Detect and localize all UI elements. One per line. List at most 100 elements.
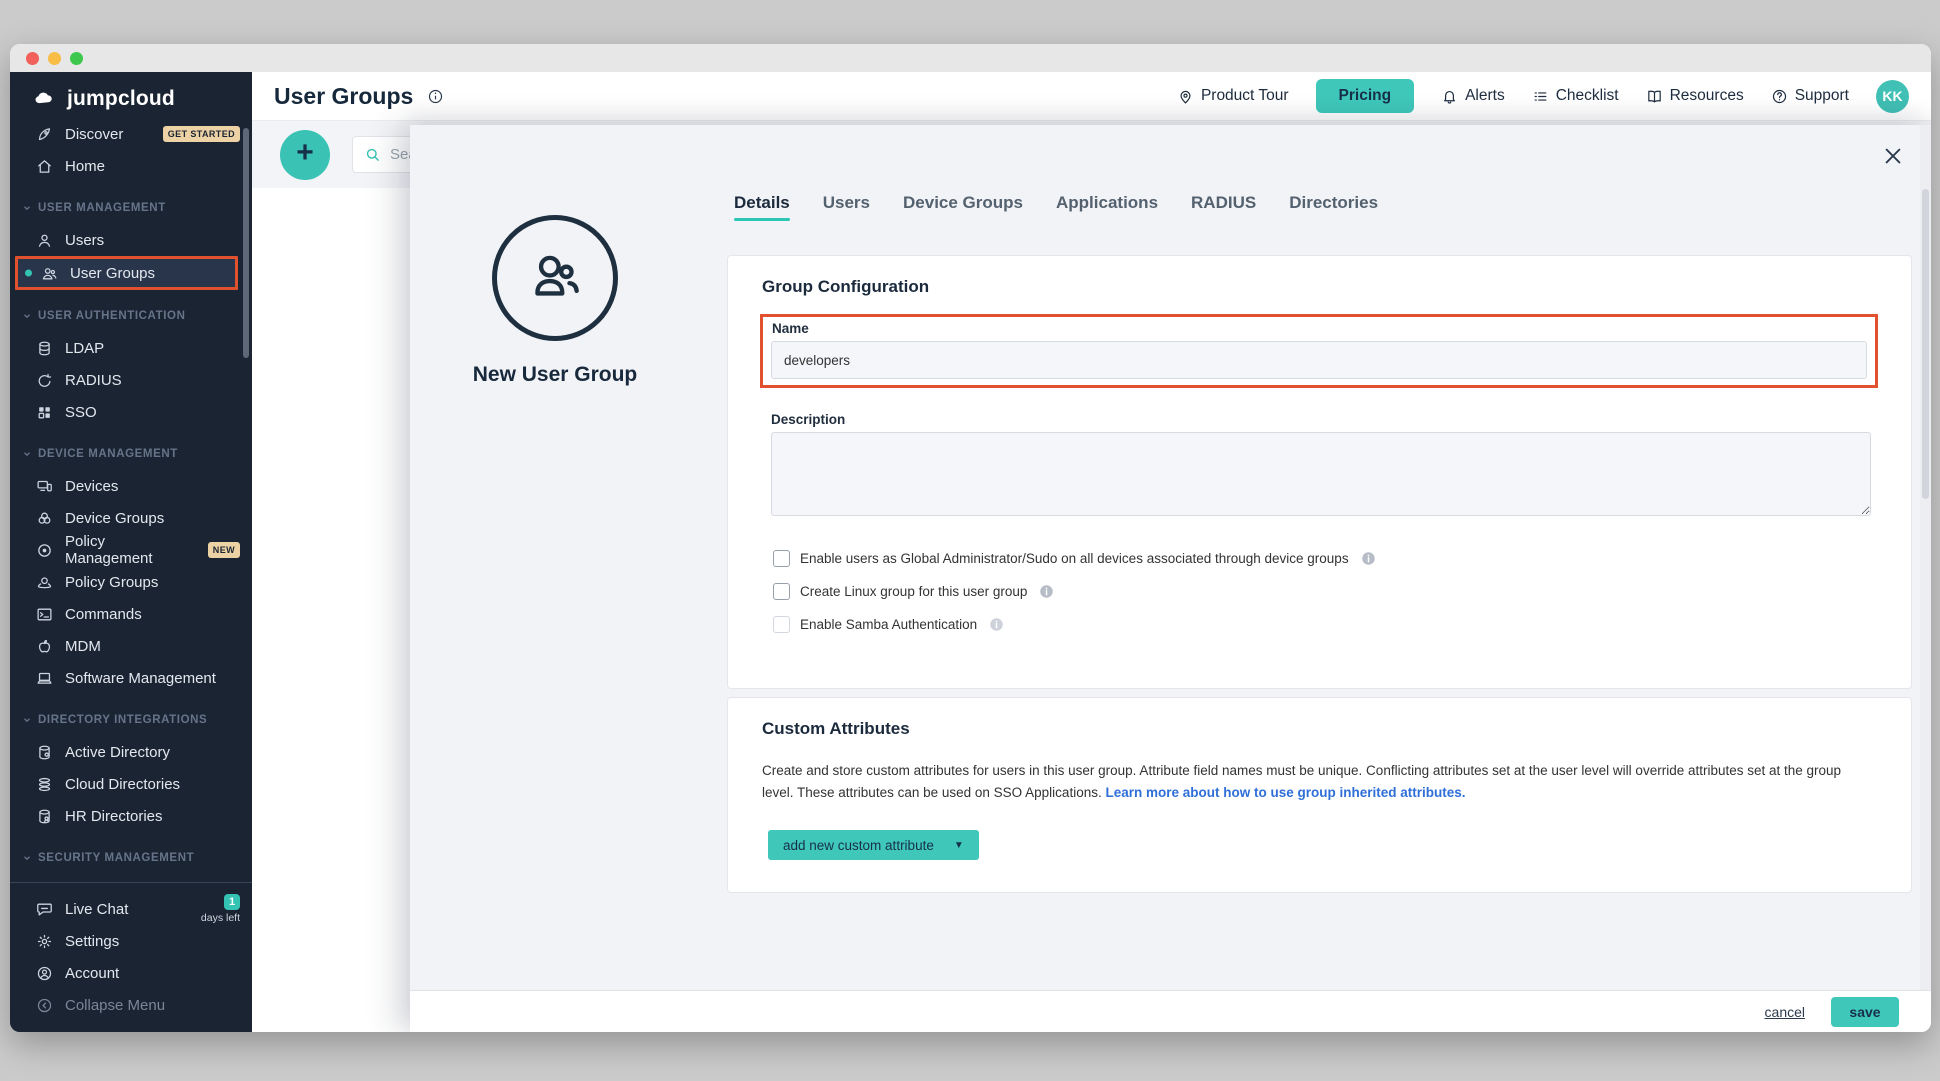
resources-button[interactable]: Resources (1646, 87, 1744, 105)
sidebar-item-label: User Groups (70, 265, 155, 282)
section-title: DIRECTORY INTEGRATIONS (38, 714, 207, 726)
tab-device-groups[interactable]: Device Groups (903, 193, 1023, 221)
sidebar-item-radius[interactable]: RADIUS (10, 364, 252, 396)
sidebar-item-sso[interactable]: SSO (10, 396, 252, 428)
samba-auth-checkbox[interactable] (773, 616, 790, 633)
save-button[interactable]: save (1831, 997, 1899, 1027)
sidebar-item-home[interactable]: Home (10, 150, 252, 182)
new-badge: NEW (208, 542, 240, 558)
sidebar-item-discover[interactable]: Discover GET STARTED (10, 118, 252, 150)
sidebar-item-account[interactable]: Account (10, 957, 252, 989)
add-user-group-button[interactable]: + (280, 130, 330, 180)
sidebar-item-user-groups[interactable]: User Groups (15, 256, 238, 290)
sidebar-item-hr-directories[interactable]: HR Directories (10, 800, 252, 832)
section-title: USER MANAGEMENT (38, 202, 166, 214)
panel-scrollbar[interactable] (1920, 125, 1931, 990)
product-tour-button[interactable]: Product Tour (1177, 87, 1289, 105)
sidebar-item-cloud-directories[interactable]: Cloud Directories (10, 768, 252, 800)
add-custom-attribute-button[interactable]: add new custom attribute ▼ (768, 830, 979, 860)
tab-directories[interactable]: Directories (1289, 193, 1378, 221)
new-user-group-panel: New User Group Details Users Device Grou… (410, 125, 1931, 1032)
search-icon (364, 146, 381, 163)
sidebar-section-directory-integrations[interactable]: DIRECTORY INTEGRATIONS (10, 710, 252, 730)
sidebar-scroll-area: jumpcloud Discover GET STARTED Home USER… (10, 72, 252, 882)
name-field-annotation: Name (760, 314, 1878, 388)
sidebar-item-label: Software Management (65, 670, 216, 687)
database-icon (36, 340, 53, 357)
group-configuration-card: Group Configuration Name Description Ena… (727, 255, 1912, 689)
add-custom-attribute-label: add new custom attribute (783, 838, 934, 853)
cancel-button[interactable]: cancel (1765, 1004, 1805, 1020)
sidebar-item-live-chat[interactable]: Live Chat 1 days left (10, 893, 252, 925)
tab-users[interactable]: Users (823, 193, 870, 221)
sidebar-item-settings[interactable]: Settings (10, 925, 252, 957)
samba-auth-checkbox-row: Enable Samba Authentication (773, 616, 1376, 633)
group-configuration-heading: Group Configuration (762, 277, 929, 297)
collapse-arrow-icon (36, 997, 53, 1014)
pricing-button[interactable]: Pricing (1316, 79, 1415, 113)
terminal-icon (36, 606, 53, 623)
sidebar-section-device-management[interactable]: DEVICE MANAGEMENT (10, 444, 252, 464)
sidebar-item-active-directory[interactable]: Active Directory (10, 736, 252, 768)
user-icon (36, 232, 53, 249)
learn-more-link[interactable]: Learn more about how to use group inheri… (1105, 785, 1465, 800)
sidebar-item-label: LDAP (65, 340, 104, 357)
user-avatar[interactable]: KK (1876, 80, 1909, 113)
description-textarea[interactable] (771, 432, 1871, 516)
sso-grid-icon (36, 404, 53, 421)
minimize-window-button[interactable] (48, 52, 61, 65)
group-name-input[interactable] (771, 341, 1867, 379)
close-window-button[interactable] (26, 52, 39, 65)
custom-attributes-description: Create and store custom attributes for u… (762, 760, 1850, 803)
product-tour-icon (1177, 88, 1194, 105)
sidebar-item-device-groups[interactable]: Device Groups (10, 502, 252, 534)
sidebar-section-security-management[interactable]: SECURITY MANAGEMENT (10, 848, 252, 868)
section-title: DEVICE MANAGEMENT (38, 448, 178, 460)
caret-down-icon: ▼ (954, 840, 964, 851)
custom-attributes-card: Custom Attributes Create and store custo… (727, 697, 1912, 893)
sidebar-item-users[interactable]: Users (10, 224, 252, 256)
sidebar-item-label: Settings (65, 933, 119, 950)
radius-icon (36, 372, 53, 389)
sidebar-item-commands[interactable]: Commands (10, 598, 252, 630)
panel-tabs: Details Users Device Groups Applications… (734, 193, 1378, 221)
tab-radius[interactable]: RADIUS (1191, 193, 1256, 221)
linux-group-checkbox[interactable] (773, 583, 790, 600)
sidebar-item-ldap[interactable]: LDAP (10, 332, 252, 364)
global-admin-checkbox-row: Enable users as Global Administrator/Sud… (773, 550, 1376, 567)
tab-applications[interactable]: Applications (1056, 193, 1158, 221)
info-icon[interactable] (989, 617, 1004, 632)
app-window: jumpcloud Discover GET STARTED Home USER… (10, 44, 1931, 1032)
info-icon[interactable] (1039, 584, 1054, 599)
sidebar-item-label: Device Groups (65, 510, 164, 527)
sidebar-item-policy-groups[interactable]: Policy Groups (10, 566, 252, 598)
checklist-button[interactable]: Checklist (1532, 87, 1619, 105)
options-checkbox-group: Enable users as Global Administrator/Sud… (773, 550, 1376, 633)
sidebar-section-user-management[interactable]: USER MANAGEMENT (10, 198, 252, 218)
rocket-icon (36, 126, 53, 143)
maximize-window-button[interactable] (70, 52, 83, 65)
sidebar-section-user-authentication[interactable]: USER AUTHENTICATION (10, 306, 252, 326)
sidebar-item-devices[interactable]: Devices (10, 470, 252, 502)
info-icon[interactable] (427, 88, 444, 105)
window-titlebar (10, 44, 1931, 72)
support-button[interactable]: Support (1771, 87, 1849, 105)
policy-management-icon (36, 542, 53, 559)
sidebar-item-software-management[interactable]: Software Management (10, 662, 252, 694)
sidebar-item-policy-management[interactable]: Policy Management NEW (10, 534, 252, 566)
sidebar-scrollbar[interactable] (243, 128, 249, 358)
chevron-down-icon (22, 715, 32, 725)
device-groups-icon (36, 510, 53, 527)
trial-days-badge: 1 days left (201, 894, 240, 924)
chevron-down-icon (22, 853, 32, 863)
tab-details[interactable]: Details (734, 193, 790, 221)
chevron-down-icon (22, 311, 32, 321)
close-panel-button[interactable] (1881, 145, 1905, 169)
global-admin-checkbox[interactable] (773, 550, 790, 567)
info-icon[interactable] (1361, 551, 1376, 566)
linux-group-label: Create Linux group for this user group (800, 584, 1027, 599)
panel-scrollbar-thumb[interactable] (1922, 189, 1929, 499)
sidebar-item-mdm[interactable]: MDM (10, 630, 252, 662)
sidebar-item-collapse-menu[interactable]: Collapse Menu (10, 989, 252, 1021)
alerts-button[interactable]: Alerts (1441, 87, 1505, 105)
